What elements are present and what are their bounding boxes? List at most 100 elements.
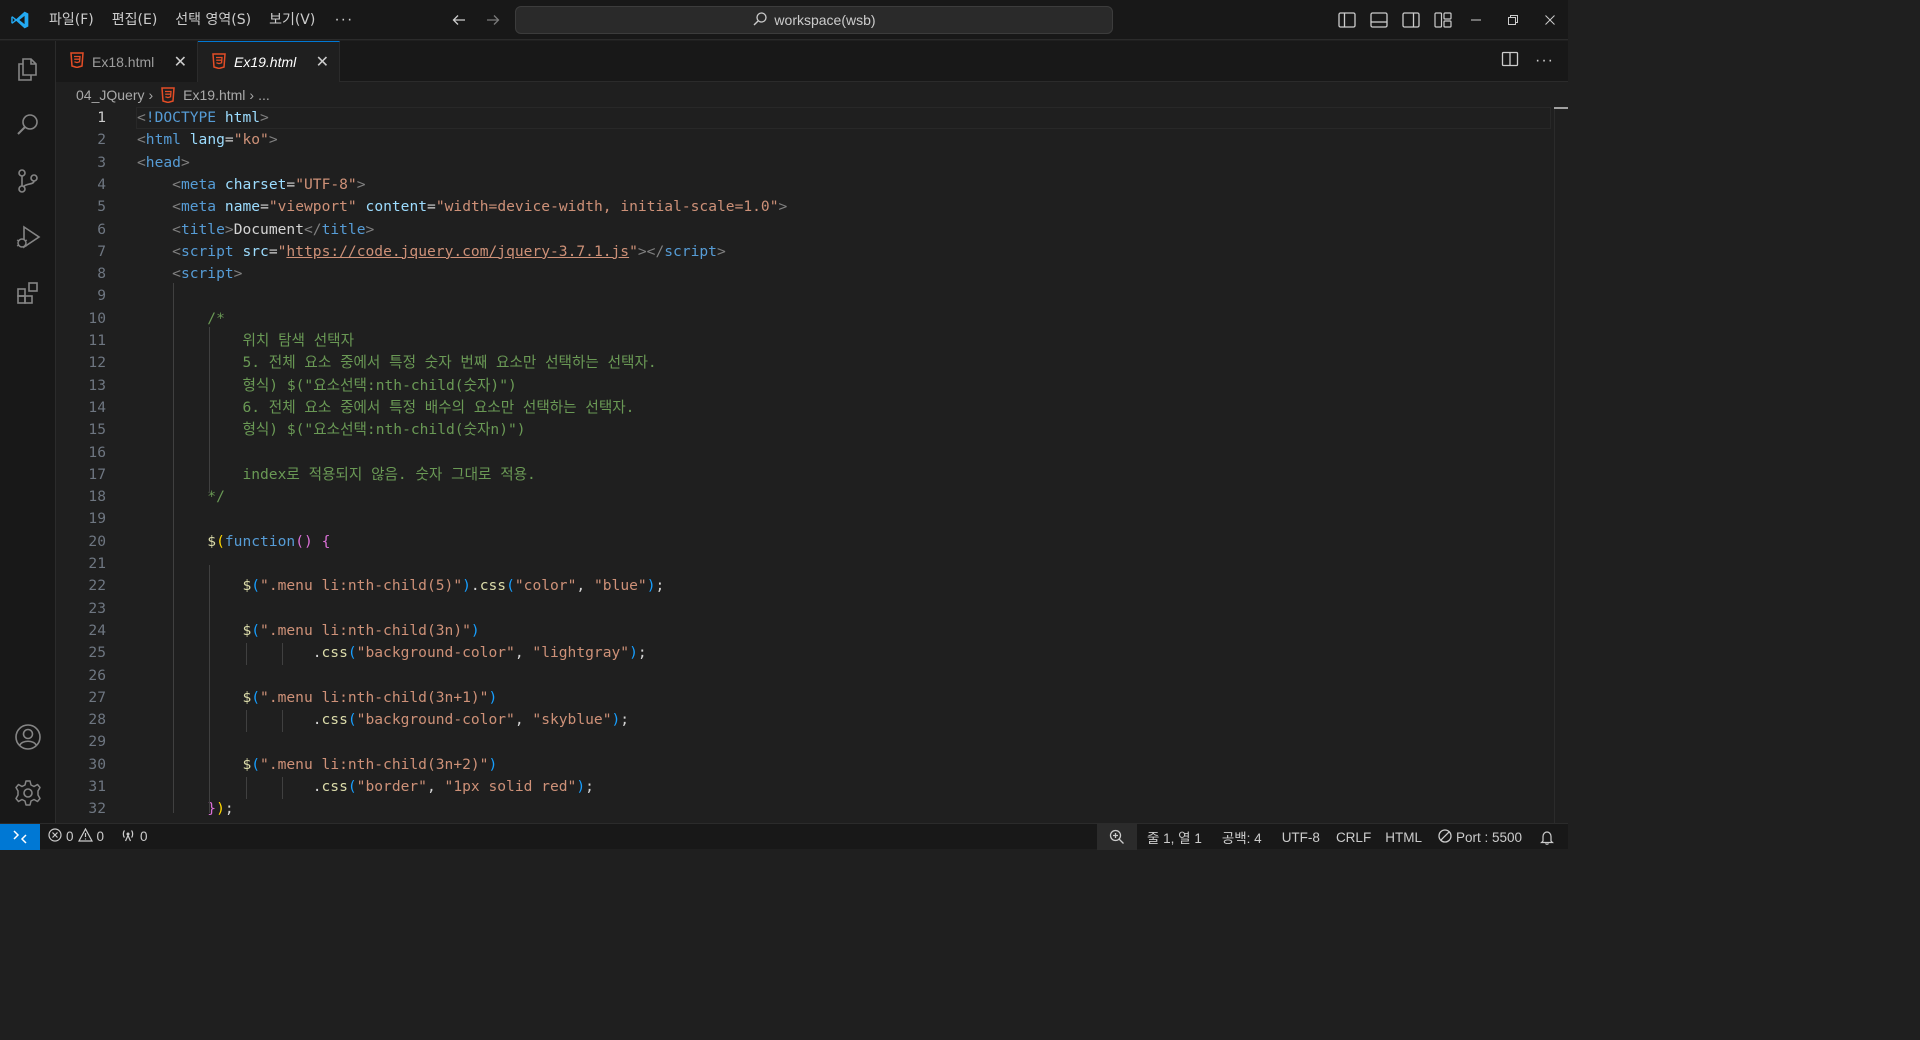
code-token: )	[488, 688, 498, 706]
code-editor[interactable]: 1 <!DOCTYPE html> 2 <html lang="ko"> 3 <head>…	[56, 107, 1568, 823]
back-arrow-icon[interactable]	[448, 8, 470, 32]
code-line[interactable]: 21	[56, 553, 1551, 575]
code-token: ,	[514, 644, 533, 662]
line-content: $(function() {	[137, 531, 330, 553]
breadcrumb-more[interactable]: ...	[258, 87, 270, 103]
code-line[interactable]: 26	[56, 665, 1551, 687]
code-token: <	[172, 220, 181, 238]
line-content: <title>Document</title>	[137, 219, 374, 241]
language-mode[interactable]: HTML	[1377, 824, 1430, 850]
code-token: $	[242, 577, 252, 595]
end-of-line[interactable]: CRLF	[1330, 824, 1377, 850]
code-line[interactable]: 27 $(".menu li:nth-child(3n+1)")	[56, 687, 1551, 709]
cursor-position[interactable]: 줄 1, 열 1	[1137, 824, 1212, 850]
code-token: >	[716, 242, 726, 260]
code-line[interactable]: 32 });	[56, 798, 1551, 820]
line-content: });	[137, 798, 233, 820]
code-line[interactable]: 18 */	[56, 486, 1551, 508]
code-token: meta	[180, 198, 217, 216]
notifications-bell-icon[interactable]	[1530, 824, 1568, 850]
split-editor-icon[interactable]	[1501, 51, 1519, 70]
restore-icon[interactable]	[1494, 0, 1531, 40]
code-token: (	[251, 577, 261, 595]
code-line[interactable]: 22 $(".menu li:nth-child(5)").css("color…	[56, 575, 1551, 597]
code-token: title	[321, 220, 366, 238]
forward-arrow-icon[interactable]	[482, 8, 504, 32]
code-line[interactable]: 14 6. 전체 요소 중에서 특정 배수의 요소만 선택하는 선택자.	[56, 397, 1551, 419]
code-token: script	[180, 242, 234, 260]
code-token: =	[268, 242, 278, 260]
customize-layout-icon[interactable]	[1432, 8, 1454, 32]
close-tab-icon[interactable]: ✕	[316, 52, 329, 72]
code-line[interactable]: 12 5. 전체 요소 중에서 특정 숫자 번째 요소만 선택하는 선택자.	[56, 352, 1551, 374]
minimize-icon[interactable]	[1457, 0, 1494, 40]
menu-selection[interactable]: 선택 영역(S)	[166, 0, 260, 40]
code-line[interactable]: 29	[56, 731, 1551, 753]
toggle-secondary-sidebar-icon[interactable]	[1400, 8, 1422, 32]
code-line[interactable]: 10 /*	[56, 308, 1551, 330]
tab-ex18[interactable]: Ex18.html ✕	[56, 41, 198, 82]
more-actions-icon[interactable]: ···	[1535, 52, 1554, 70]
code-line[interactable]: 7 <script src="https://code.jquery.com/j…	[56, 241, 1551, 263]
code-line[interactable]: 15 형식) $("요소선택:nth-child(숫자n)")	[56, 419, 1551, 441]
explorer-icon[interactable]	[0, 45, 56, 93]
code-line[interactable]: 25 .css("background-color", "lightgray")…	[56, 642, 1551, 664]
toggle-panel-icon[interactable]	[1368, 8, 1390, 32]
vertical-scrollbar[interactable]	[1554, 107, 1568, 823]
close-tab-icon[interactable]: ✕	[174, 52, 187, 72]
activity-bar	[0, 41, 56, 823]
line-number: 9	[97, 287, 106, 305]
encoding[interactable]: UTF-8	[1272, 824, 1330, 850]
code-token: =	[286, 175, 296, 193]
command-center-search[interactable]: workspace(wsb)	[515, 6, 1113, 34]
zoom-in-icon[interactable]	[1096, 824, 1137, 850]
code-line[interactable]: 11 위치 탐색 선택자	[56, 330, 1551, 352]
extensions-icon[interactable]	[0, 269, 56, 317]
menu-file[interactable]: 파일(F)	[40, 0, 103, 40]
remote-indicator-icon[interactable]	[0, 823, 40, 850]
code-line[interactable]: 3 <head>	[56, 152, 1551, 174]
close-window-icon[interactable]	[1531, 0, 1568, 40]
code-line[interactable]: 30 $(".menu li:nth-child(3n+2)")	[56, 754, 1551, 776]
code-line[interactable]: 6 <title>Document</title>	[56, 219, 1551, 241]
code-token: ,	[576, 577, 594, 595]
code-token: "UTF-8"	[295, 175, 357, 193]
code-line[interactable]: 19	[56, 508, 1551, 530]
forwarded-ports-indicator[interactable]: 0	[112, 824, 156, 850]
code-line[interactable]: 23	[56, 598, 1551, 620]
menu-more-button[interactable]: ···	[324, 11, 363, 29]
code-line[interactable]: 20 $(function() {	[56, 531, 1551, 553]
source-control-icon[interactable]	[0, 157, 56, 205]
code-line[interactable]: 16	[56, 442, 1551, 464]
settings-gear-icon[interactable]	[0, 769, 56, 817]
menu-view[interactable]: 보기(V)	[260, 0, 324, 40]
toggle-primary-sidebar-icon[interactable]	[1336, 8, 1358, 32]
live-server-port[interactable]: Port : 5500	[1430, 824, 1530, 850]
code-line[interactable]: 13 형식) $("요소선택:nth-child(숫자)")	[56, 375, 1551, 397]
accounts-icon[interactable]	[0, 713, 56, 761]
code-line[interactable]: 9	[56, 285, 1551, 307]
code-line[interactable]: 17 index로 적용되지 않음. 숫자 그대로 적용.	[56, 464, 1551, 486]
breadcrumb-folder[interactable]: 04_JQuery	[76, 87, 144, 103]
menu-edit[interactable]: 편집(E)	[103, 0, 167, 40]
code-line[interactable]: 2 <html lang="ko">	[56, 129, 1551, 151]
problems-indicator[interactable]: 0 0	[40, 824, 112, 850]
code-line[interactable]: 5 <meta name="viewport" content="width=d…	[56, 196, 1551, 218]
code-line[interactable]: 31 .css("border", "1px solid red");	[56, 776, 1551, 798]
chevron-right-icon: ›	[148, 87, 154, 103]
code-token: html	[145, 131, 181, 149]
search-sidebar-icon[interactable]	[0, 101, 56, 149]
tab-ex19[interactable]: Ex19.html ✕	[198, 41, 340, 82]
indentation[interactable]: 공백: 4	[1212, 824, 1272, 850]
run-debug-icon[interactable]	[0, 213, 56, 261]
code-token: "border"	[356, 778, 427, 795]
code-line[interactable]: 1 <!DOCTYPE html>	[56, 107, 1551, 129]
code-line[interactable]: 8 <script>	[56, 263, 1551, 285]
code-line[interactable]: 28 .css("background-color", "skyblue");	[56, 709, 1551, 731]
code-line[interactable]: 4 <meta charset="UTF-8">	[56, 174, 1551, 196]
breadcrumb-file[interactable]: Ex19.html	[183, 87, 245, 103]
code-line[interactable]: 24 $(".menu li:nth-child(3n)")	[56, 620, 1551, 642]
